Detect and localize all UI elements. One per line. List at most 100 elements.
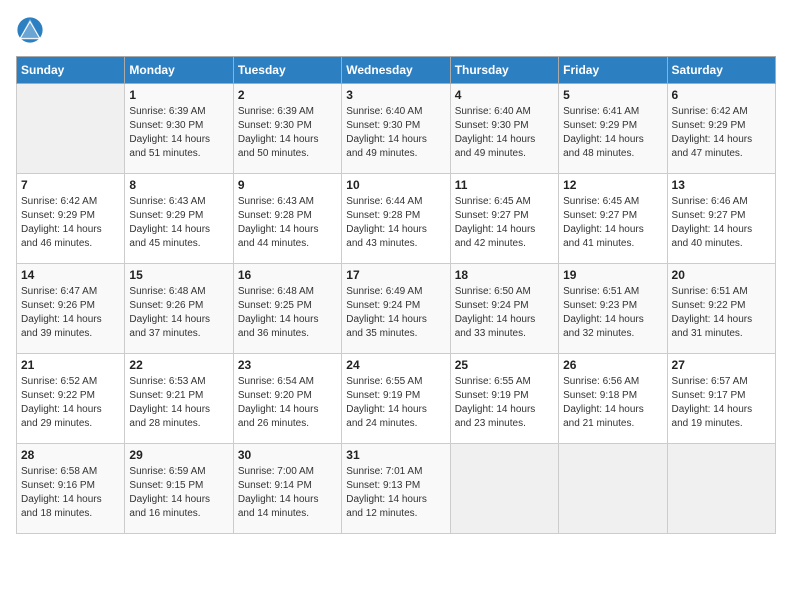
daylight-text: Daylight: 14 hours and 49 minutes. <box>455 133 554 161</box>
calendar-cell: 4 Sunrise: 6:40 AM Sunset: 9:30 PM Dayli… <box>450 84 558 174</box>
daylight-text: Daylight: 14 hours and 40 minutes. <box>672 223 771 251</box>
daylight-text: Daylight: 14 hours and 36 minutes. <box>238 313 337 341</box>
daylight-text: Daylight: 14 hours and 49 minutes. <box>346 133 445 161</box>
day-number: 3 <box>346 88 445 102</box>
daylight-text: Daylight: 14 hours and 50 minutes. <box>238 133 337 161</box>
sunset-text: Sunset: 9:30 PM <box>129 119 228 133</box>
logo <box>16 16 46 44</box>
calendar-cell: 5 Sunrise: 6:41 AM Sunset: 9:29 PM Dayli… <box>559 84 667 174</box>
calendar-cell: 6 Sunrise: 6:42 AM Sunset: 9:29 PM Dayli… <box>667 84 775 174</box>
sunrise-text: Sunrise: 6:58 AM <box>21 465 120 479</box>
day-info: Sunrise: 6:48 AM Sunset: 9:25 PM Dayligh… <box>238 285 337 341</box>
sunrise-text: Sunrise: 6:48 AM <box>238 285 337 299</box>
weekday-header-friday: Friday <box>559 57 667 84</box>
day-number: 31 <box>346 448 445 462</box>
sunset-text: Sunset: 9:25 PM <box>238 299 337 313</box>
day-number: 8 <box>129 178 228 192</box>
sunset-text: Sunset: 9:20 PM <box>238 389 337 403</box>
day-info: Sunrise: 6:43 AM Sunset: 9:29 PM Dayligh… <box>129 195 228 251</box>
day-info: Sunrise: 6:39 AM Sunset: 9:30 PM Dayligh… <box>238 105 337 161</box>
calendar-cell: 24 Sunrise: 6:55 AM Sunset: 9:19 PM Dayl… <box>342 354 450 444</box>
daylight-text: Daylight: 14 hours and 51 minutes. <box>129 133 228 161</box>
day-number: 17 <box>346 268 445 282</box>
sunset-text: Sunset: 9:24 PM <box>455 299 554 313</box>
day-info: Sunrise: 6:40 AM Sunset: 9:30 PM Dayligh… <box>455 105 554 161</box>
weekday-header-saturday: Saturday <box>667 57 775 84</box>
day-info: Sunrise: 6:40 AM Sunset: 9:30 PM Dayligh… <box>346 105 445 161</box>
sunrise-text: Sunrise: 6:56 AM <box>563 375 662 389</box>
sunset-text: Sunset: 9:24 PM <box>346 299 445 313</box>
calendar-cell: 3 Sunrise: 6:40 AM Sunset: 9:30 PM Dayli… <box>342 84 450 174</box>
day-info: Sunrise: 6:41 AM Sunset: 9:29 PM Dayligh… <box>563 105 662 161</box>
day-info: Sunrise: 6:45 AM Sunset: 9:27 PM Dayligh… <box>563 195 662 251</box>
sunrise-text: Sunrise: 6:46 AM <box>672 195 771 209</box>
day-number: 1 <box>129 88 228 102</box>
day-info: Sunrise: 6:44 AM Sunset: 9:28 PM Dayligh… <box>346 195 445 251</box>
day-info: Sunrise: 6:55 AM Sunset: 9:19 PM Dayligh… <box>346 375 445 431</box>
day-info: Sunrise: 6:47 AM Sunset: 9:26 PM Dayligh… <box>21 285 120 341</box>
day-number: 20 <box>672 268 771 282</box>
calendar-cell: 8 Sunrise: 6:43 AM Sunset: 9:29 PM Dayli… <box>125 174 233 264</box>
day-number: 6 <box>672 88 771 102</box>
daylight-text: Daylight: 14 hours and 47 minutes. <box>672 133 771 161</box>
calendar-cell: 9 Sunrise: 6:43 AM Sunset: 9:28 PM Dayli… <box>233 174 341 264</box>
calendar-cell: 21 Sunrise: 6:52 AM Sunset: 9:22 PM Dayl… <box>17 354 125 444</box>
calendar-cell: 1 Sunrise: 6:39 AM Sunset: 9:30 PM Dayli… <box>125 84 233 174</box>
daylight-text: Daylight: 14 hours and 21 minutes. <box>563 403 662 431</box>
sunset-text: Sunset: 9:13 PM <box>346 479 445 493</box>
sunrise-text: Sunrise: 6:48 AM <box>129 285 228 299</box>
calendar-cell: 29 Sunrise: 6:59 AM Sunset: 9:15 PM Dayl… <box>125 444 233 534</box>
sunset-text: Sunset: 9:21 PM <box>129 389 228 403</box>
calendar-cell: 15 Sunrise: 6:48 AM Sunset: 9:26 PM Dayl… <box>125 264 233 354</box>
sunrise-text: Sunrise: 6:45 AM <box>455 195 554 209</box>
sunset-text: Sunset: 9:30 PM <box>238 119 337 133</box>
sunset-text: Sunset: 9:26 PM <box>21 299 120 313</box>
day-number: 9 <box>238 178 337 192</box>
day-info: Sunrise: 6:58 AM Sunset: 9:16 PM Dayligh… <box>21 465 120 521</box>
sunrise-text: Sunrise: 6:50 AM <box>455 285 554 299</box>
calendar-cell: 2 Sunrise: 6:39 AM Sunset: 9:30 PM Dayli… <box>233 84 341 174</box>
day-number: 24 <box>346 358 445 372</box>
calendar-week-row: 14 Sunrise: 6:47 AM Sunset: 9:26 PM Dayl… <box>17 264 776 354</box>
sunrise-text: Sunrise: 6:59 AM <box>129 465 228 479</box>
day-info: Sunrise: 6:57 AM Sunset: 9:17 PM Dayligh… <box>672 375 771 431</box>
day-number: 13 <box>672 178 771 192</box>
sunrise-text: Sunrise: 6:43 AM <box>238 195 337 209</box>
daylight-text: Daylight: 14 hours and 24 minutes. <box>346 403 445 431</box>
weekday-header-thursday: Thursday <box>450 57 558 84</box>
day-info: Sunrise: 6:51 AM Sunset: 9:23 PM Dayligh… <box>563 285 662 341</box>
daylight-text: Daylight: 14 hours and 44 minutes. <box>238 223 337 251</box>
calendar-cell: 7 Sunrise: 6:42 AM Sunset: 9:29 PM Dayli… <box>17 174 125 264</box>
daylight-text: Daylight: 14 hours and 48 minutes. <box>563 133 662 161</box>
day-info: Sunrise: 6:53 AM Sunset: 9:21 PM Dayligh… <box>129 375 228 431</box>
sunset-text: Sunset: 9:27 PM <box>455 209 554 223</box>
day-number: 25 <box>455 358 554 372</box>
sunrise-text: Sunrise: 6:52 AM <box>21 375 120 389</box>
day-info: Sunrise: 6:52 AM Sunset: 9:22 PM Dayligh… <box>21 375 120 431</box>
sunset-text: Sunset: 9:29 PM <box>21 209 120 223</box>
day-info: Sunrise: 6:50 AM Sunset: 9:24 PM Dayligh… <box>455 285 554 341</box>
calendar-cell <box>667 444 775 534</box>
sunset-text: Sunset: 9:14 PM <box>238 479 337 493</box>
calendar-cell: 20 Sunrise: 6:51 AM Sunset: 9:22 PM Dayl… <box>667 264 775 354</box>
day-info: Sunrise: 6:48 AM Sunset: 9:26 PM Dayligh… <box>129 285 228 341</box>
day-info: Sunrise: 6:49 AM Sunset: 9:24 PM Dayligh… <box>346 285 445 341</box>
daylight-text: Daylight: 14 hours and 45 minutes. <box>129 223 228 251</box>
day-number: 15 <box>129 268 228 282</box>
weekday-header-wednesday: Wednesday <box>342 57 450 84</box>
day-number: 30 <box>238 448 337 462</box>
sunset-text: Sunset: 9:23 PM <box>563 299 662 313</box>
sunrise-text: Sunrise: 6:40 AM <box>346 105 445 119</box>
sunset-text: Sunset: 9:17 PM <box>672 389 771 403</box>
sunrise-text: Sunrise: 6:51 AM <box>563 285 662 299</box>
daylight-text: Daylight: 14 hours and 16 minutes. <box>129 493 228 521</box>
sunrise-text: Sunrise: 6:44 AM <box>346 195 445 209</box>
sunset-text: Sunset: 9:26 PM <box>129 299 228 313</box>
daylight-text: Daylight: 14 hours and 46 minutes. <box>21 223 120 251</box>
daylight-text: Daylight: 14 hours and 28 minutes. <box>129 403 228 431</box>
day-number: 11 <box>455 178 554 192</box>
sunset-text: Sunset: 9:30 PM <box>346 119 445 133</box>
weekday-header-sunday: Sunday <box>17 57 125 84</box>
daylight-text: Daylight: 14 hours and 14 minutes. <box>238 493 337 521</box>
calendar-cell <box>17 84 125 174</box>
